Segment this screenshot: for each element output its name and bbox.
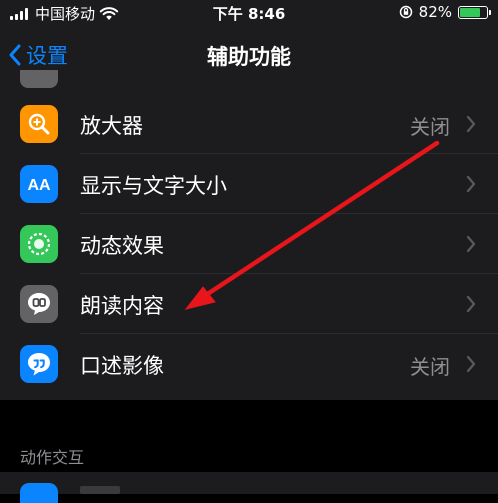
speech-bubble-icon [20,285,58,323]
navigation-bar: 设置 辅助功能 [0,26,498,85]
row-audio-description[interactable]: 口述影像 关闭 [0,334,498,394]
svg-text:AA: AA [27,177,51,194]
row-value: 关闭 [410,115,450,139]
chevron-right-icon [466,235,476,253]
row-magnifier[interactable]: 放大器 关闭 [0,94,498,154]
chevron-right-icon [466,295,476,313]
chevron-right-icon [466,115,476,133]
audio-description-icon [20,345,58,383]
row-spoken-content[interactable]: 朗读内容 [0,274,498,334]
status-right: 82% [399,3,491,21]
magnifier-icon [20,105,58,143]
row-label: 朗读内容 [80,294,164,318]
settings-group: 放大器 关闭 AA 显示与文字大小 动态效果 朗读内容 口述影像 关闭 [0,70,498,400]
motion-icon [20,225,58,263]
battery-percent: 82% [418,3,452,21]
row-display-text-size[interactable]: AA 显示与文字大小 [0,154,498,214]
orientation-lock-icon [399,5,412,19]
row-label: 口述影像 [80,354,164,378]
partial-row-icon [20,483,58,503]
partial-row-icon [20,70,58,88]
row-motion[interactable]: 动态效果 [0,214,498,274]
battery-tip [489,9,491,15]
battery-fill [460,7,480,17]
row-label: 放大器 [80,114,143,138]
chevron-right-icon [466,355,476,373]
page-title: 辅助功能 [207,45,291,69]
row-label: 动态效果 [80,234,164,258]
partial-row-label [80,486,120,494]
status-bar: 中国移动 下午 8:46 82% [0,0,498,26]
text-size-icon: AA [20,165,58,203]
settings-group-interaction [0,472,498,503]
chevron-right-icon [466,175,476,193]
row-label: 显示与文字大小 [80,174,227,198]
section-header: 动作交互 [20,448,85,467]
row-value: 关闭 [410,355,450,379]
battery-icon [458,5,491,19]
